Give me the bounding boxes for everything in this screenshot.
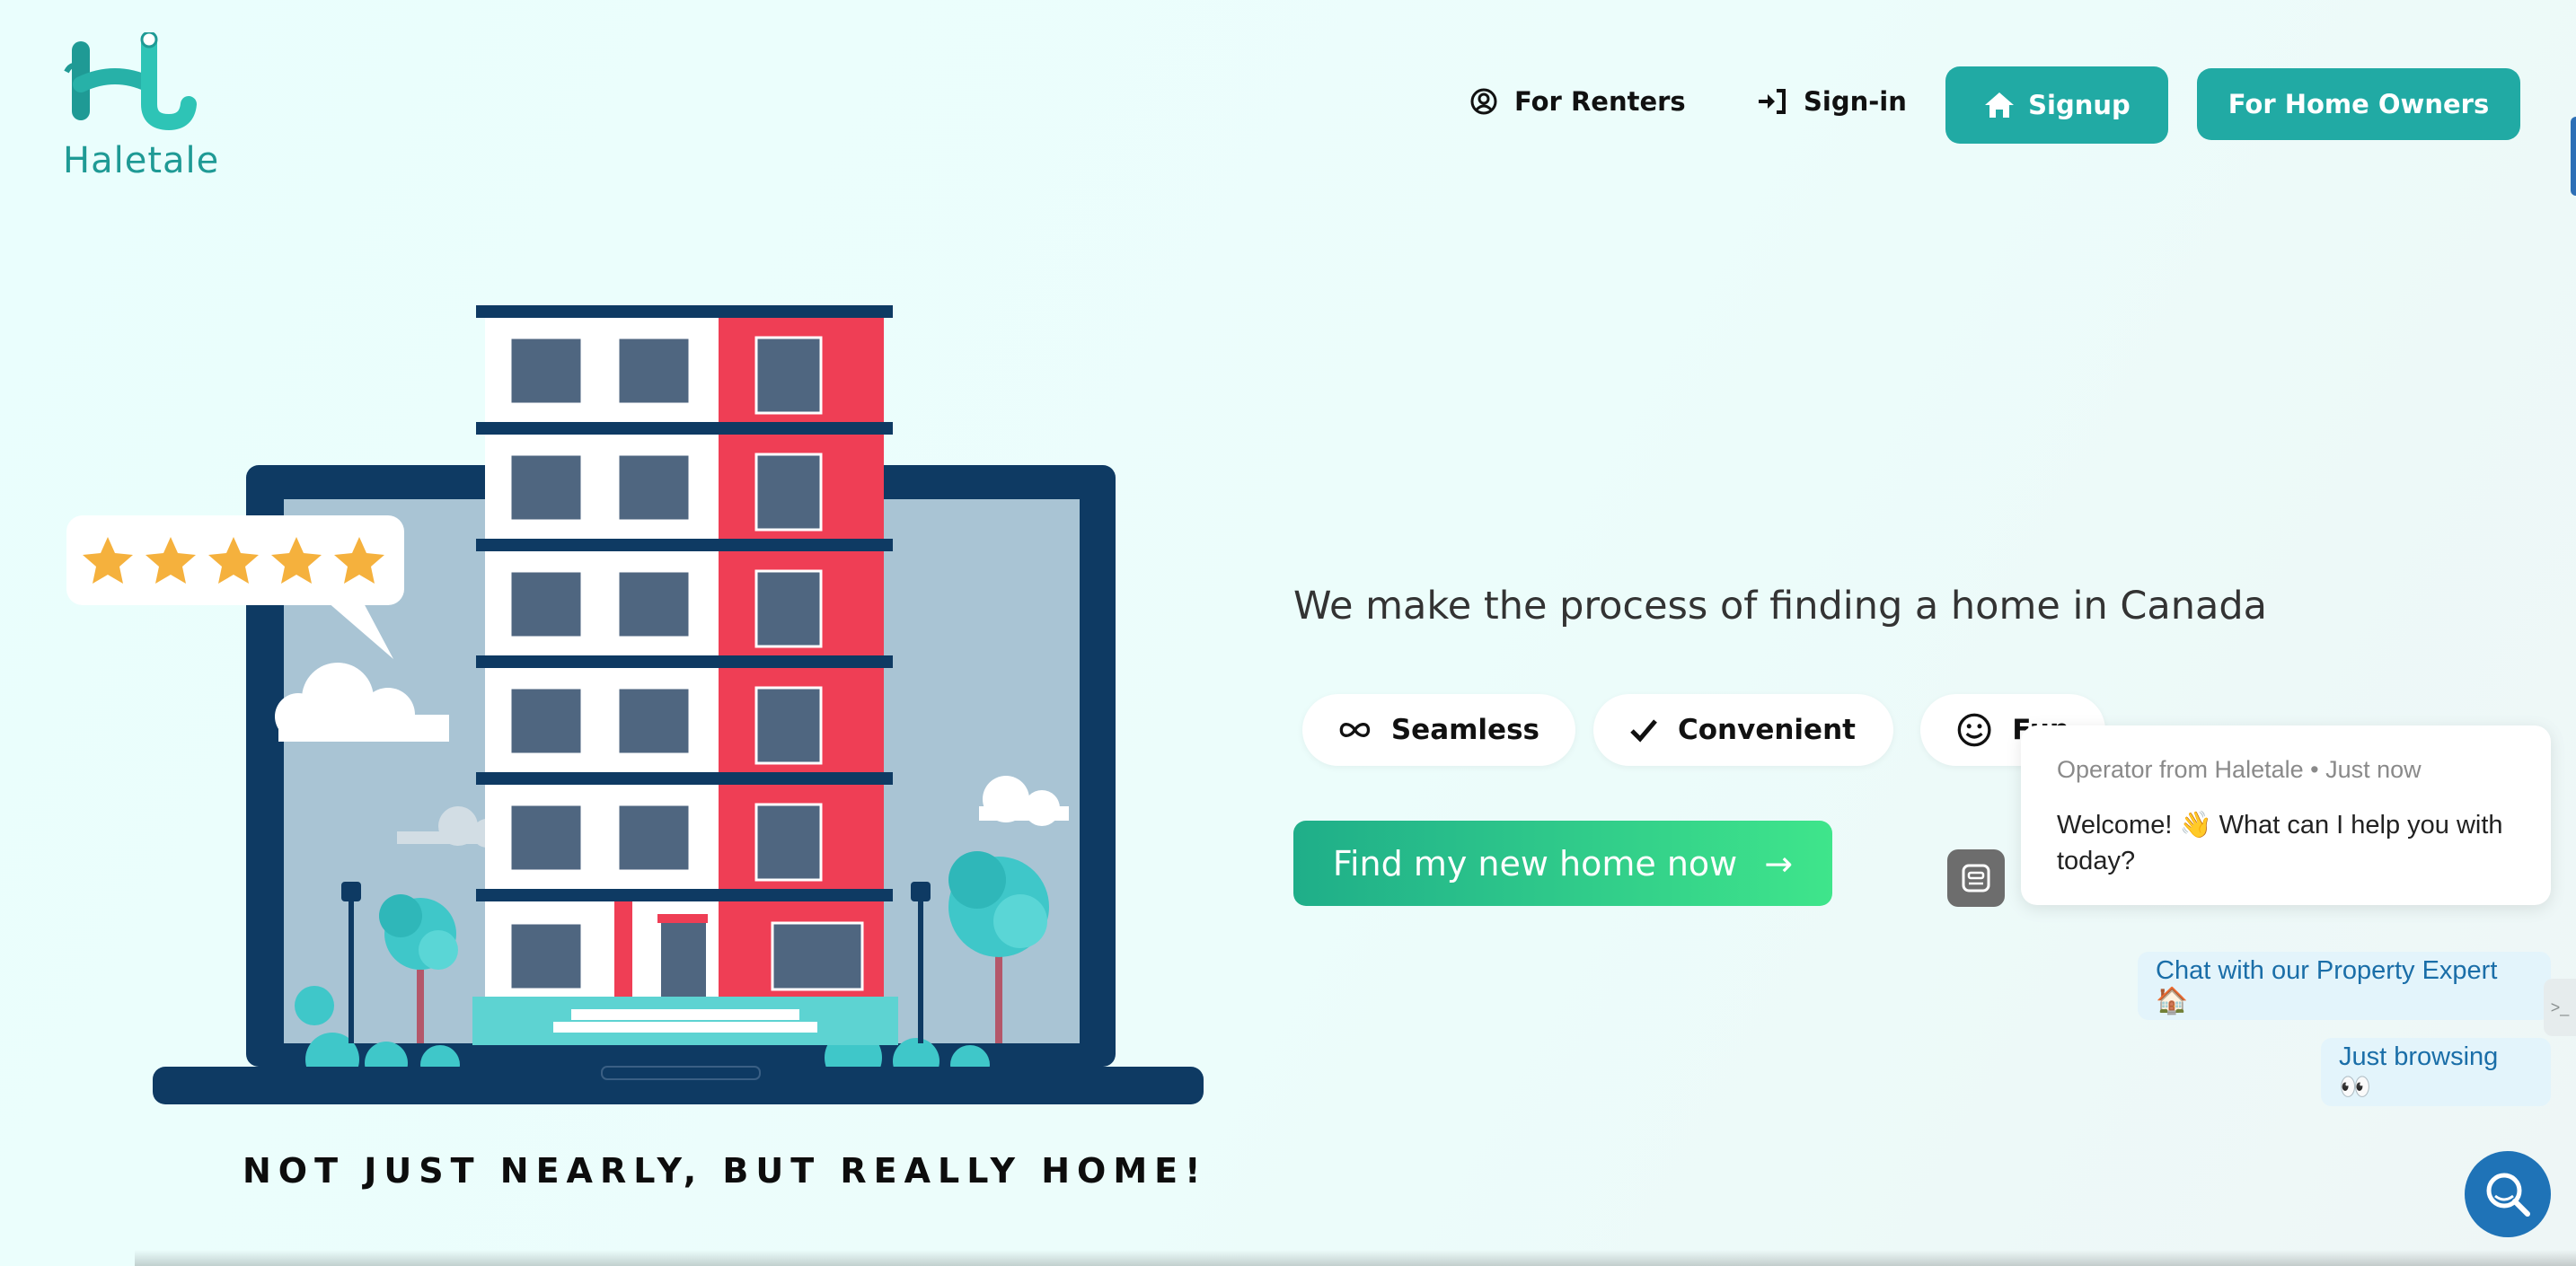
- hero-illustration: [66, 287, 1213, 1113]
- five-star-rating-icon: [83, 537, 393, 659]
- edge-tab[interactable]: [2571, 117, 2576, 196]
- logo-text: Haletale: [63, 140, 220, 181]
- chat-bot-icon: [1962, 864, 1990, 892]
- chat-option-just-browsing-label: Just browsing 👀: [2339, 1042, 2499, 1102]
- smiley-icon: [1957, 713, 1991, 747]
- chat-sender-meta: Operator from Haletale • Just now: [2057, 756, 2422, 783]
- feature-label-convenient: Convenient: [1678, 714, 1856, 746]
- arrow-right-icon: →: [1764, 843, 1794, 884]
- chat-operator-avatar: [1947, 849, 2005, 907]
- chat-search-button[interactable]: [2465, 1151, 2551, 1237]
- search-icon: [2486, 1173, 2530, 1217]
- check-icon: [1630, 719, 1657, 743]
- hero-headline: We make the process of finding a home in…: [1293, 584, 2267, 629]
- sign-in-link[interactable]: Sign-in: [1757, 86, 1907, 117]
- chat-option-just-browsing[interactable]: Just browsing 👀: [2321, 1038, 2551, 1106]
- feature-pill-convenient: Convenient: [1593, 694, 1893, 766]
- find-home-button[interactable]: Find my new home now →: [1293, 821, 1832, 906]
- bottom-shadow: [135, 1250, 2576, 1266]
- for-home-owners-label: For Home Owners: [2228, 89, 2490, 119]
- signup-label: Signup: [2028, 90, 2130, 120]
- feature-pill-seamless: Seamless: [1302, 694, 1575, 766]
- find-home-label: Find my new home now: [1332, 843, 1738, 884]
- logo-mark-icon: [64, 32, 197, 131]
- rating-bubble: [66, 515, 404, 659]
- for-renters-label: For Renters: [1514, 86, 1686, 117]
- for-renters-link[interactable]: For Renters: [1469, 86, 1686, 117]
- user-circle-icon: [1470, 88, 1497, 115]
- terminal-icon: >_: [2550, 998, 2570, 1016]
- sign-in-icon: [1759, 89, 1786, 114]
- chat-option-property-expert-label: Chat with our Property Expert 🏠: [2156, 955, 2498, 1015]
- chat-option-property-expert[interactable]: Chat with our Property Expert 🏠: [2138, 952, 2551, 1020]
- for-home-owners-button[interactable]: For Home Owners: [2197, 68, 2520, 140]
- signup-button[interactable]: Signup: [1945, 66, 2168, 144]
- chat-message-card: Operator from Haletale • Just now Welcom…: [2021, 725, 2551, 905]
- hero-tagline: NOT JUST NEARLY, BUT REALLY HOME!: [243, 1151, 1208, 1191]
- chat-welcome-message: Welcome! 👋 What can I help you with toda…: [2057, 811, 2503, 875]
- sign-in-label: Sign-in: [1804, 86, 1907, 117]
- feature-label-seamless: Seamless: [1390, 714, 1539, 746]
- chat-side-handle[interactable]: >_: [2544, 979, 2576, 1036]
- home-icon: [1985, 92, 2015, 118]
- haletale-logo[interactable]: Haletale: [61, 32, 223, 185]
- infinity-icon: [1339, 723, 1371, 737]
